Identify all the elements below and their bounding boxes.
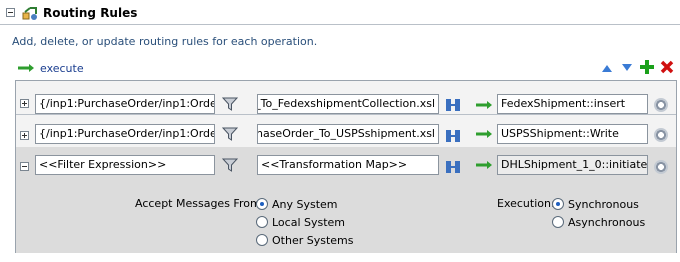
gear-icon[interactable] <box>654 98 668 112</box>
filter-icon[interactable] <box>222 157 238 173</box>
row-divider <box>16 114 676 115</box>
synchronous-radio[interactable] <box>552 198 564 210</box>
move-down-icon[interactable] <box>621 63 633 73</box>
local-system-label[interactable]: Local System <box>272 216 345 229</box>
transformation-map-field[interactable]: urchaseOrder_To_USPSshipment.xsl <box>257 124 439 144</box>
operation-label[interactable]: execute <box>40 62 84 75</box>
add-rule-icon[interactable] <box>640 60 654 74</box>
route-arrow-icon <box>476 101 492 109</box>
asynchronous-radio[interactable] <box>552 216 564 228</box>
filter-expression-field[interactable]: <<Filter Expression>> <box>35 155 215 175</box>
other-systems-radio[interactable] <box>256 234 268 246</box>
any-system-radio[interactable] <box>256 198 268 210</box>
section-description: Add, delete, or update routing rules for… <box>12 35 318 48</box>
accept-messages-label: Accept Messages From: <box>135 197 265 210</box>
expand-rule-toggle[interactable] <box>20 131 29 140</box>
filter-expression-field[interactable]: {/inp1:PurchaseOrder/inp1:OrderInf <box>35 94 215 114</box>
gear-icon[interactable] <box>654 160 668 174</box>
local-system-radio[interactable] <box>256 216 268 228</box>
asynchronous-label[interactable]: Asynchronous <box>568 216 645 229</box>
delete-rule-icon[interactable] <box>660 60 674 74</box>
section-title: Routing Rules <box>43 6 138 20</box>
gear-icon[interactable] <box>654 128 668 142</box>
transformation-icon[interactable] <box>445 159 461 175</box>
transformation-map-field[interactable]: ler_To_FedexshipmentCollection.xsl <box>257 94 439 114</box>
transformation-icon[interactable] <box>445 97 461 113</box>
filter-icon[interactable] <box>222 96 238 112</box>
other-systems-label[interactable]: Other Systems <box>272 234 353 247</box>
target-service-field[interactable]: DHLShipment_1_0::initiate <box>497 155 648 175</box>
any-system-label[interactable]: Any System <box>272 198 338 211</box>
collapse-section-toggle[interactable] <box>6 8 15 17</box>
header-divider <box>0 24 680 25</box>
routing-rules-panel: { "section": { "title": "Routing Rules",… <box>0 0 680 262</box>
execution-label: Execution: <box>497 197 555 210</box>
filter-expression-field[interactable]: {/inp1:PurchaseOrder/inp1:OrderInf <box>35 124 215 144</box>
route-arrow-icon <box>476 161 492 169</box>
filter-icon[interactable] <box>222 126 238 142</box>
transformation-icon[interactable] <box>445 128 461 144</box>
operation-arrow-icon <box>18 64 34 72</box>
route-arrow-icon <box>476 130 492 138</box>
routing-rules-icon <box>22 7 37 20</box>
target-service-field[interactable]: USPSShipment::Write <box>497 124 648 144</box>
expand-rule-toggle[interactable] <box>20 99 29 108</box>
target-service-field[interactable]: FedexShipment::insert <box>497 94 648 114</box>
synchronous-label[interactable]: Synchronous <box>568 198 639 211</box>
transformation-map-field[interactable]: <<Transformation Map>> <box>257 155 439 175</box>
collapse-rule-toggle[interactable] <box>20 162 29 171</box>
move-up-icon[interactable] <box>601 63 613 73</box>
